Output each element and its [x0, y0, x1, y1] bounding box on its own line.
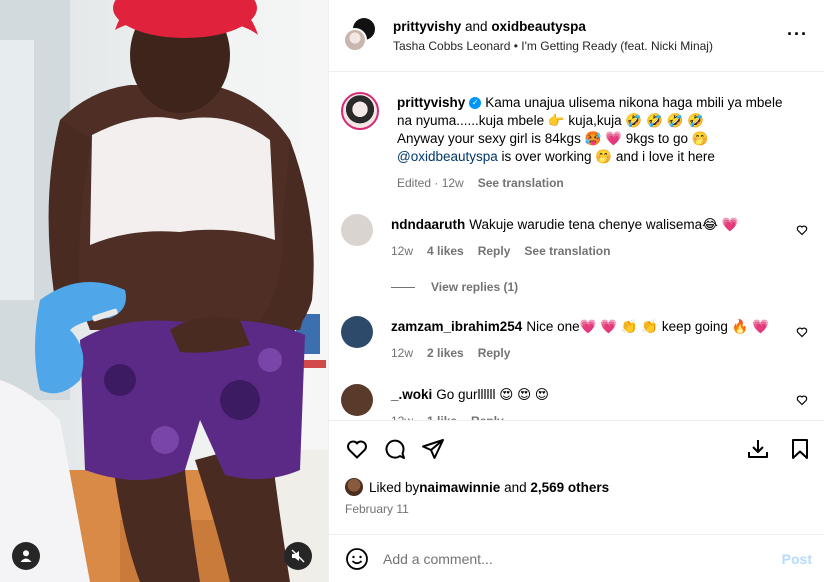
liked-by-user-link[interactable]: naimawinnie — [419, 480, 500, 495]
caption-text-3: is over working 🤭 and i love it here — [497, 149, 715, 164]
tagged-users-button[interactable] — [12, 542, 40, 570]
speaker-muted-icon — [291, 549, 305, 563]
post-caption: prittyvishy ✓ Kama unajua ulisema nikona h… — [341, 92, 808, 192]
comment-likes-link[interactable]: 1 like — [427, 412, 457, 420]
avatar[interactable] — [341, 214, 373, 246]
collaborator-link[interactable]: oxidbeautyspa — [491, 19, 586, 34]
view-replies-label: View replies (1) — [431, 280, 519, 294]
comment-bubble-icon — [385, 439, 405, 459]
comment-text: Wakuje warudie tena chenye walisema😂 💗 — [469, 217, 739, 232]
reply-button[interactable]: Reply — [471, 412, 504, 420]
comment-username[interactable]: ndndaaruth — [391, 217, 465, 232]
emoji-icon[interactable] — [345, 547, 369, 571]
send-icon — [422, 438, 444, 459]
comment-meta: 12w 2 likes Reply — [391, 344, 784, 362]
post-details-panel: prittyvishy and oxidbeautyspa Tasha Cobb… — [328, 0, 824, 582]
author-link[interactable]: prittyvishy — [393, 19, 461, 34]
post-actions-bar — [329, 420, 824, 476]
likes-summary: Liked by naimawinnie and 2,569 others — [329, 476, 824, 498]
comment-meta: 12w 4 likes Reply See translation — [391, 242, 784, 260]
collab-avatars[interactable] — [343, 17, 379, 54]
post-header: prittyvishy and oxidbeautyspa Tasha Cobb… — [329, 0, 824, 72]
likes-count-link[interactable]: 2,569 others — [530, 480, 609, 495]
instagram-post-modal: prittyvishy and oxidbeautyspa Tasha Cobb… — [0, 0, 824, 582]
share-button[interactable] — [421, 437, 445, 461]
comment-item: _.woki Go gurllllll 😍 😍 😍 12w 1 like Repl… — [341, 384, 808, 420]
like-comment-heart-icon[interactable] — [796, 394, 808, 406]
add-comment-bar: Post — [329, 534, 824, 582]
like-button[interactable] — [345, 437, 369, 461]
avatar[interactable] — [341, 316, 373, 348]
heart-icon — [347, 440, 367, 459]
comment-input[interactable] — [383, 550, 772, 567]
caption-meta: Edited · 12w See translation — [397, 174, 784, 192]
edited-time: Edited · 12w — [397, 176, 464, 190]
comment-text: Nice one💗 💗 👏 👏 keep going 🔥 💗 — [526, 319, 770, 334]
likes-middle: and — [500, 479, 531, 495]
video-frame — [0, 0, 328, 582]
post-comment-button[interactable]: Post — [782, 551, 812, 567]
comment-item: ndndaaruth Wakuje warudie tena chenye wal… — [341, 214, 808, 260]
likes-prefix: Liked by — [369, 479, 420, 495]
comment-username[interactable]: _.woki — [391, 387, 432, 402]
user-icon — [20, 550, 32, 562]
and-text: and — [461, 18, 492, 34]
reply-button[interactable]: Reply — [478, 344, 511, 362]
see-translation-link[interactable]: See translation — [478, 174, 564, 192]
comments-list[interactable]: prittyvishy ✓ Kama unajua ulisema nikona h… — [329, 72, 824, 420]
more-horizontal-icon: ··· — [787, 24, 808, 44]
download-button[interactable] — [746, 437, 770, 461]
avatar[interactable] — [341, 384, 373, 416]
view-replies-button[interactable]: View replies (1) — [391, 280, 808, 294]
bookmark-icon — [792, 438, 808, 459]
audio-link[interactable]: Tasha Cobbs Leonard • I'm Getting Ready … — [393, 39, 713, 53]
caption-text-2: Anyway your sexy girl is 84kgs 🥵 💗 9kgs … — [397, 131, 709, 146]
comment-item: zamzam_ibrahim254 Nice one💗 💗 👏 👏 keep go… — [341, 316, 808, 362]
comment-button[interactable] — [383, 437, 407, 461]
comment-time: 12w — [391, 412, 413, 420]
comment-username[interactable]: zamzam_ibrahim254 — [391, 319, 522, 334]
comment-text: Go gurllllll 😍 😍 😍 — [436, 387, 550, 402]
comment-time: 12w — [391, 346, 414, 360]
like-comment-heart-icon[interactable] — [796, 224, 808, 236]
comment-meta: 12w 1 like Reply — [391, 412, 784, 420]
comment-time: 12w — [391, 244, 414, 258]
mute-toggle-button[interactable] — [284, 542, 312, 570]
mention-link[interactable]: @oxidbeautyspa — [397, 149, 498, 164]
verified-badge-icon: ✓ — [469, 97, 482, 110]
post-video[interactable] — [0, 0, 328, 582]
reply-button[interactable]: Reply — [478, 242, 511, 260]
avatar[interactable] — [345, 478, 363, 496]
like-comment-heart-icon[interactable] — [796, 326, 808, 338]
avatar[interactable] — [341, 92, 379, 130]
more-options-button[interactable]: ··· — [787, 24, 808, 45]
save-button[interactable] — [788, 437, 812, 461]
caption-username[interactable]: prittyvishy — [397, 95, 465, 110]
comment-likes-link[interactable]: 2 likes — [427, 344, 464, 362]
post-authors: prittyvishy and oxidbeautyspa — [393, 19, 713, 34]
header-titles: prittyvishy and oxidbeautyspa Tasha Cobb… — [393, 19, 713, 53]
post-date[interactable]: February 11 — [329, 498, 824, 524]
comment-likes-link[interactable]: 4 likes — [427, 242, 464, 260]
download-icon — [748, 439, 768, 458]
see-translation-link[interactable]: See translation — [524, 242, 610, 260]
divider — [391, 286, 415, 288]
avatar — [343, 27, 367, 52]
